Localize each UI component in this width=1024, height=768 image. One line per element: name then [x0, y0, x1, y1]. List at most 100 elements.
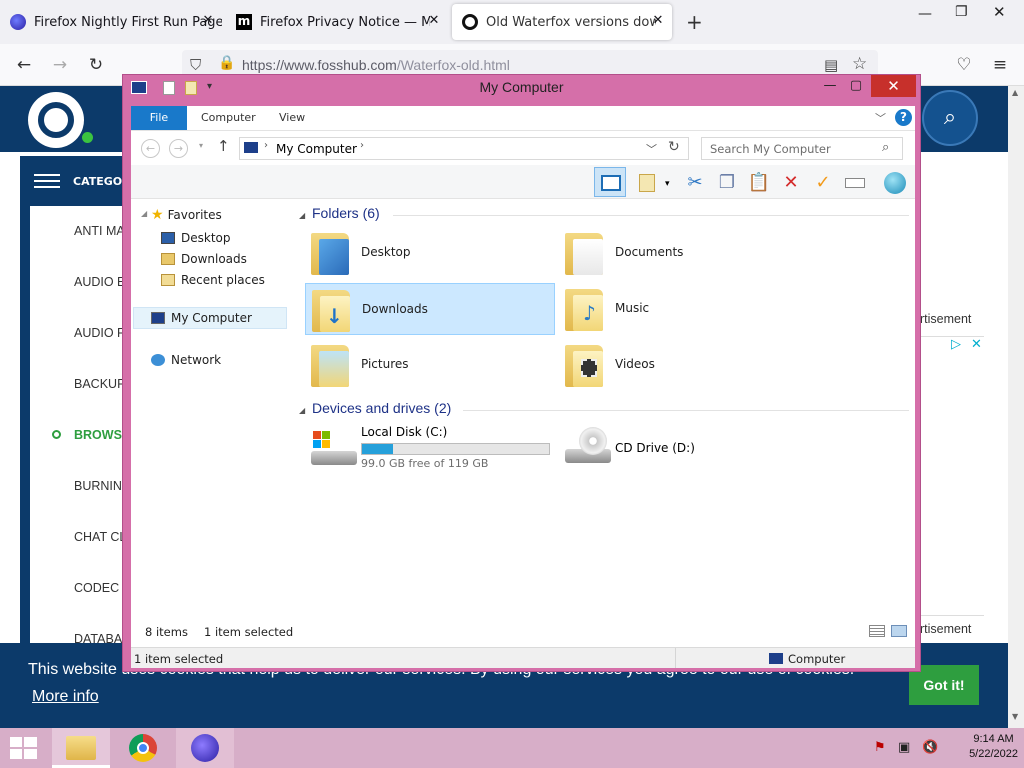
- drives-group-header[interactable]: Devices and drives (2): [312, 400, 451, 416]
- checkmark-icon[interactable]: ✓: [811, 171, 835, 195]
- category-item-active[interactable]: BROWS: [74, 428, 122, 442]
- taskbar-firefox-nightly[interactable]: [176, 728, 234, 768]
- forward-icon[interactable]: →: [169, 139, 188, 158]
- breadcrumb-chevron-icon[interactable]: ›: [264, 140, 268, 151]
- adchoices-icon[interactable]: ▷: [951, 337, 961, 352]
- tab-view[interactable]: View: [279, 111, 305, 124]
- collapse-group-icon[interactable]: ◢: [299, 211, 305, 220]
- scroll-up-icon[interactable]: ▲: [1012, 88, 1018, 97]
- page-scrollbar[interactable]: ▲ ▼: [1008, 86, 1024, 728]
- search-input[interactable]: Search My Computer ⌕: [701, 137, 903, 160]
- recent-locations-icon[interactable]: ▾: [199, 141, 203, 150]
- tab-waterfox-old[interactable]: Old Waterfox versions downloa ✕: [452, 4, 672, 40]
- folder-item-documents[interactable]: Documents: [559, 227, 809, 279]
- nav-favorites[interactable]: ★ Favorites: [151, 207, 222, 223]
- maximize-icon[interactable]: ▢: [843, 75, 869, 97]
- category-item[interactable]: CODEC I: [74, 581, 126, 595]
- folder-item-music[interactable]: ♪ Music: [559, 283, 809, 335]
- properties-toolbar-icon[interactable]: [635, 171, 659, 195]
- preview-pane-icon[interactable]: [594, 167, 626, 197]
- category-item[interactable]: BACKUP: [74, 377, 125, 391]
- category-item[interactable]: BURNIN: [74, 479, 122, 493]
- fosshub-logo[interactable]: [28, 92, 84, 148]
- taskbar-file-explorer[interactable]: [52, 728, 110, 768]
- tab-firefox-nightly[interactable]: Firefox Nightly First Run Page ✕: [0, 4, 222, 40]
- folder-item-pictures[interactable]: Pictures: [305, 339, 555, 391]
- reload-icon[interactable]: ↻: [84, 53, 108, 77]
- cut-scissors-icon[interactable]: ✂: [683, 171, 707, 195]
- delete-x-icon[interactable]: ✕: [779, 171, 803, 195]
- shield-icon[interactable]: ⛉: [190, 56, 201, 74]
- collapse-group-icon[interactable]: ◢: [299, 406, 305, 415]
- scroll-down-icon[interactable]: ▼: [1012, 712, 1018, 721]
- nav-recent-places[interactable]: Recent places: [161, 273, 265, 287]
- ad-close-icon[interactable]: ✕: [971, 337, 982, 352]
- collapse-favorites-icon[interactable]: ◢: [141, 209, 147, 218]
- nav-downloads[interactable]: Downloads: [161, 252, 247, 266]
- close-tab-icon[interactable]: ✕: [426, 13, 442, 29]
- close-icon[interactable]: ✕: [871, 75, 916, 97]
- close-tab-icon[interactable]: ✕: [650, 13, 666, 29]
- lock-icon[interactable]: 🔒: [218, 55, 235, 71]
- restore-window-icon[interactable]: ❐: [955, 4, 968, 20]
- folder-item-desktop[interactable]: Desktop: [305, 227, 555, 279]
- network-tray-icon[interactable]: ▣: [898, 740, 910, 755]
- back-arrow-icon[interactable]: ←: [12, 53, 36, 77]
- up-arrow-icon[interactable]: ↑: [217, 137, 230, 155]
- pocket-icon[interactable]: ♡: [952, 53, 976, 77]
- category-menu-button[interactable]: CATEGOR: [20, 156, 131, 206]
- minimize-icon[interactable]: —: [817, 75, 843, 97]
- cd-drive-icon: [565, 427, 611, 467]
- site-search-icon[interactable]: ⌕: [922, 90, 978, 146]
- search-icon[interactable]: ⌕: [882, 140, 889, 155]
- details-view-icon[interactable]: [869, 625, 885, 637]
- desktop-icon: [161, 232, 175, 244]
- tab-file[interactable]: File: [131, 106, 187, 130]
- bookmark-star-icon[interactable]: ☆: [852, 54, 867, 74]
- folder-item-downloads[interactable]: ↓ Downloads: [305, 283, 555, 335]
- address-dropdown-icon[interactable]: ﹀: [646, 141, 657, 157]
- taskbar-chrome[interactable]: [114, 728, 172, 768]
- breadcrumb-chevron-icon[interactable]: ›: [360, 140, 364, 151]
- category-item[interactable]: AUDIO E: [74, 275, 125, 289]
- reader-view-icon[interactable]: ▤: [824, 56, 838, 74]
- rename-icon[interactable]: [843, 171, 867, 195]
- globe-icon[interactable]: [883, 171, 907, 195]
- folder-item-videos[interactable]: Videos: [559, 339, 809, 391]
- menu-icon[interactable]: ≡: [988, 53, 1012, 77]
- category-item[interactable]: AUDIO F: [74, 326, 125, 340]
- back-icon[interactable]: ←: [141, 139, 160, 158]
- close-window-icon[interactable]: ✕: [993, 3, 1006, 21]
- clock[interactable]: 9:14 AM 5/22/2022: [969, 733, 1018, 760]
- tab-privacy-notice[interactable]: m Firefox Privacy Notice — Mozilla ✕: [226, 4, 448, 40]
- large-icons-view-icon[interactable]: [891, 625, 907, 637]
- forward-arrow-icon[interactable]: →: [48, 53, 72, 77]
- drive-item-cd-drive[interactable]: CD Drive (D:): [559, 421, 809, 477]
- address-bar[interactable]: › My Computer › ﹀ ↻: [239, 137, 689, 160]
- url-text[interactable]: https://www.fosshub.com/Waterfox-old.htm…: [242, 57, 510, 73]
- category-item[interactable]: ANTI MA: [74, 224, 125, 238]
- start-button[interactable]: [10, 737, 38, 759]
- help-icon[interactable]: ?: [895, 109, 912, 126]
- refresh-icon[interactable]: ↻: [668, 139, 680, 155]
- advertisement-box[interactable]: ▷ ✕: [916, 336, 984, 616]
- volume-muted-icon[interactable]: 🔇: [922, 740, 938, 755]
- nav-network[interactable]: Network: [151, 353, 221, 367]
- nav-desktop[interactable]: Desktop: [161, 231, 231, 245]
- copy-icon[interactable]: ❐: [715, 171, 739, 195]
- logo-dot: [82, 132, 93, 143]
- tab-computer[interactable]: Computer: [201, 111, 256, 124]
- new-tab-button[interactable]: +: [686, 10, 703, 34]
- category-item[interactable]: CHAT CL: [74, 530, 126, 544]
- drive-item-local-disk[interactable]: Local Disk (C:) 99.0 GB free of 119 GB: [305, 421, 555, 477]
- properties-dropdown-icon[interactable]: ▾: [665, 179, 670, 189]
- breadcrumb-my-computer[interactable]: My Computer: [276, 142, 357, 156]
- expand-ribbon-icon[interactable]: ﹀: [875, 110, 886, 126]
- close-tab-icon[interactable]: ✕: [200, 13, 216, 29]
- folders-group-header[interactable]: Folders (6): [312, 205, 380, 221]
- minimize-window-icon[interactable]: —: [918, 6, 932, 22]
- action-center-flag-icon[interactable]: ⚑: [874, 740, 886, 755]
- nav-my-computer[interactable]: My Computer: [151, 311, 252, 325]
- more-info-link[interactable]: More info: [32, 688, 99, 706]
- paste-clipboard-icon[interactable]: 📋: [747, 171, 771, 195]
